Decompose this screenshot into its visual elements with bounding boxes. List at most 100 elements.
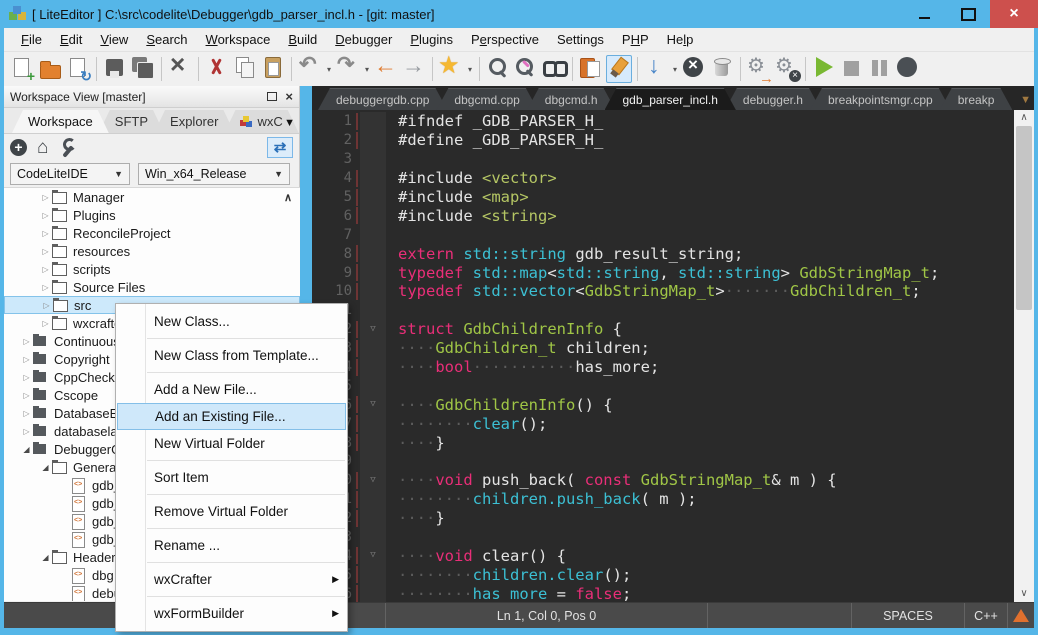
expand-arrow-icon[interactable]: ▷ xyxy=(39,265,52,274)
forward-icon[interactable] xyxy=(401,55,427,83)
expand-arrow-icon[interactable]: ▷ xyxy=(39,211,52,220)
expand-arrow-icon[interactable]: ▷ xyxy=(39,319,52,328)
back-icon[interactable] xyxy=(373,55,399,83)
context-menu-item-wxcrafter[interactable]: wxCrafter▶ xyxy=(116,566,347,593)
warning-triangle-icon[interactable] xyxy=(1008,603,1034,628)
stop-exec-icon[interactable] xyxy=(839,55,865,83)
editor-tab-debuggergdb-cpp[interactable]: debuggergdb.cpp xyxy=(318,88,447,110)
tree-item-source-files[interactable]: ▷Source Files xyxy=(4,278,300,296)
whitespace-mode[interactable]: SPACES xyxy=(852,603,965,628)
fold-arrow-icon[interactable]: ▽ xyxy=(360,395,386,414)
bookmark-icon[interactable] xyxy=(438,55,464,83)
menu-debugger[interactable]: Debugger xyxy=(326,29,401,50)
editor-tab-debugger-h[interactable]: debugger.h xyxy=(725,88,821,110)
pause-icon[interactable] xyxy=(867,55,893,83)
debug-icon[interactable] xyxy=(895,55,921,83)
expand-arrow-icon[interactable]: ▷ xyxy=(39,247,52,256)
menu-file[interactable]: File xyxy=(12,29,51,50)
panel-tab-sftp[interactable]: SFTP xyxy=(99,110,164,133)
stop-build-icon[interactable] xyxy=(774,55,800,83)
scroll-up-icon[interactable]: ∧ xyxy=(1014,110,1034,126)
context-menu-item-new-class[interactable]: New Class... xyxy=(116,308,347,335)
menu-plugins[interactable]: Plugins xyxy=(401,29,462,50)
build-config-select[interactable]: Win_x64_Release ▼ xyxy=(138,163,290,185)
chevron-down-icon[interactable]: ▼ xyxy=(1020,94,1031,106)
collapse-arrow-icon[interactable]: ◢ xyxy=(39,553,52,562)
context-menu-item-new-class-from-template[interactable]: New Class from Template... xyxy=(116,342,347,369)
panel-close-icon[interactable]: × xyxy=(285,92,293,102)
context-menu-item-add-an-existing-file[interactable]: Add an Existing File... xyxy=(117,403,346,430)
expand-arrow-icon[interactable]: ▷ xyxy=(39,229,52,238)
tree-item-scripts[interactable]: ▷scripts xyxy=(4,260,300,278)
context-menu-item-new-virtual-folder[interactable]: New Virtual Folder xyxy=(116,430,347,457)
fold-arrow-icon[interactable]: ▽ xyxy=(360,546,386,565)
menu-edit[interactable]: Edit xyxy=(51,29,91,50)
fold-arrow-icon[interactable]: ▽ xyxy=(360,320,386,339)
tree-item-reconcileproject[interactable]: ▷ReconcileProject xyxy=(4,224,300,242)
context-menu-item-rename[interactable]: Rename ... xyxy=(116,532,347,559)
chevron-down-icon[interactable]: ▼ xyxy=(284,117,295,129)
editor-tab-gdb-parser-incl-h[interactable]: gdb_parser_incl.h xyxy=(605,88,736,110)
copy-icon[interactable] xyxy=(232,55,258,83)
code-view[interactable]: 1#ifndef _GDB_PARSER_H_2#define _GDB_PAR… xyxy=(312,110,1014,602)
expand-arrow-icon[interactable]: ▷ xyxy=(20,409,33,418)
save-all-icon[interactable] xyxy=(130,55,156,83)
minimize-button[interactable] xyxy=(902,0,946,28)
expand-arrow-icon[interactable]: ▷ xyxy=(40,301,53,310)
context-menu-item-remove-virtual-folder[interactable]: Remove Virtual Folder xyxy=(116,498,347,525)
context-menu-item-sort-item[interactable]: Sort Item xyxy=(116,464,347,491)
chevron-down-icon[interactable]: ▾ xyxy=(362,55,372,83)
new-file-icon[interactable] xyxy=(9,55,35,83)
open-resource-icon[interactable] xyxy=(578,55,604,83)
expand-arrow-icon[interactable]: ▷ xyxy=(20,355,33,364)
expand-arrow-icon[interactable]: ▷ xyxy=(20,427,33,436)
clean-icon[interactable] xyxy=(709,55,735,83)
panel-tab-explorer[interactable]: Explorer xyxy=(154,110,234,133)
maximize-button[interactable] xyxy=(946,0,990,28)
expand-arrow-icon[interactable]: ▷ xyxy=(20,373,33,382)
cut-icon[interactable] xyxy=(204,55,230,83)
scroll-down-icon[interactable]: ∨ xyxy=(1014,586,1034,602)
reload-file-icon[interactable] xyxy=(65,55,91,83)
fold-arrow-icon[interactable]: ▽ xyxy=(360,471,386,490)
panel-tab-workspace[interactable]: Workspace xyxy=(12,110,109,133)
editor-tab-dbgcmd-cpp[interactable]: dbgcmd.cpp xyxy=(436,88,537,110)
undo-icon[interactable] xyxy=(297,55,323,83)
chevron-down-icon[interactable]: ▾ xyxy=(465,55,475,83)
context-menu-item-add-a-new-file[interactable]: Add a New File... xyxy=(116,376,347,403)
close-file-icon[interactable] xyxy=(167,55,193,83)
menu-php[interactable]: PHP xyxy=(613,29,658,50)
stop-icon[interactable] xyxy=(681,55,707,83)
menu-view[interactable]: View xyxy=(91,29,137,50)
expand-arrow-icon[interactable]: ▷ xyxy=(20,337,33,346)
context-menu-item-wxformbuilder[interactable]: wxFormBuilder▶ xyxy=(116,600,347,627)
find-in-files-icon[interactable] xyxy=(541,55,567,83)
save-icon[interactable] xyxy=(102,55,128,83)
highlight-icon[interactable] xyxy=(606,55,632,83)
paste-icon[interactable] xyxy=(260,55,286,83)
link-editor-icon[interactable]: ⇄ xyxy=(267,137,293,158)
settings-wrench-icon[interactable] xyxy=(58,138,76,156)
open-folder-icon[interactable] xyxy=(37,55,63,83)
close-button[interactable]: × xyxy=(990,0,1038,28)
expand-arrow-icon[interactable]: ▷ xyxy=(20,391,33,400)
editor-tab-dbgcmd-h[interactable]: dbgcmd.h xyxy=(527,88,616,110)
download-icon[interactable] xyxy=(643,55,669,83)
add-icon[interactable]: + xyxy=(10,139,27,156)
find-replace-icon[interactable] xyxy=(513,55,539,83)
expand-arrow-icon[interactable]: ▷ xyxy=(39,193,52,202)
run-icon[interactable] xyxy=(811,55,837,83)
menu-search[interactable]: Search xyxy=(137,29,196,50)
menu-settings[interactable]: Settings xyxy=(548,29,613,50)
tree-item-manager[interactable]: ▷Manager xyxy=(4,188,300,206)
panel-maximize-icon[interactable] xyxy=(267,92,277,101)
menu-perspective[interactable]: Perspective xyxy=(462,29,548,50)
menu-workspace[interactable]: Workspace xyxy=(197,29,280,50)
menu-help[interactable]: Help xyxy=(658,29,703,50)
chevron-down-icon[interactable]: ▾ xyxy=(670,55,680,83)
tree-scroll-up-icon[interactable]: ∧ xyxy=(284,191,292,204)
menu-build[interactable]: Build xyxy=(279,29,326,50)
tree-item-resources[interactable]: ▷resources xyxy=(4,242,300,260)
language-mode[interactable]: C++ xyxy=(965,603,1008,628)
build-icon[interactable] xyxy=(746,55,772,83)
